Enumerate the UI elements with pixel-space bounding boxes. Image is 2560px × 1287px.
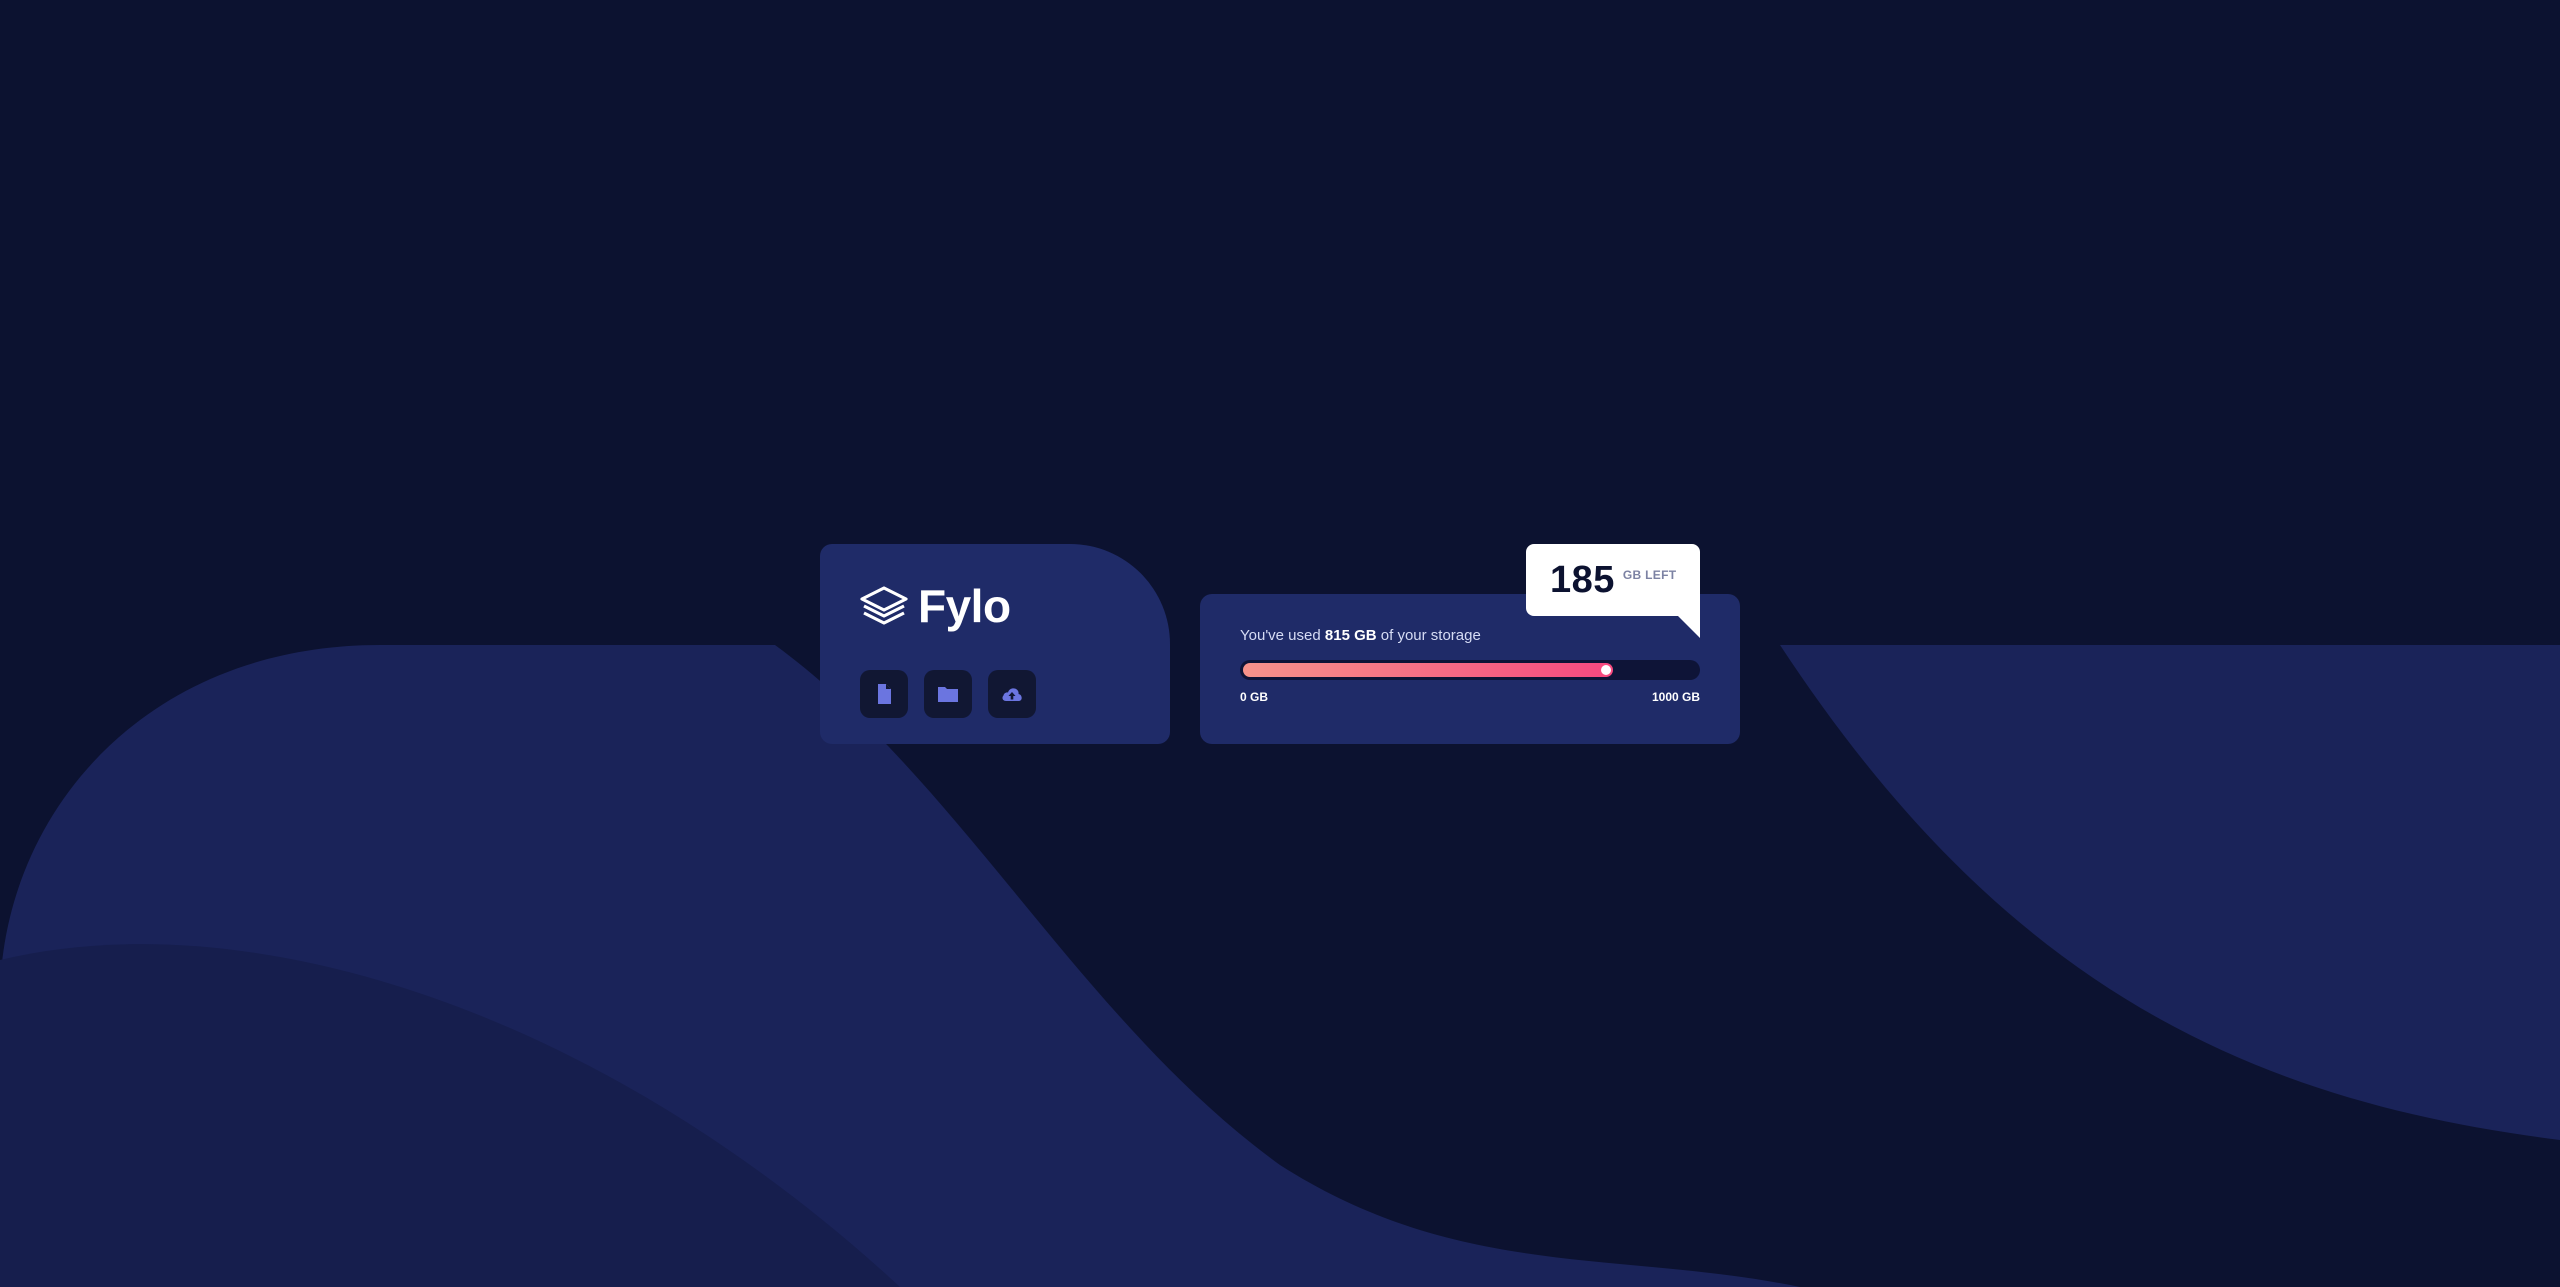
remaining-unit: GB LEFT bbox=[1622, 568, 1677, 582]
logo: Fylo bbox=[860, 582, 1130, 630]
remaining-value: 185 bbox=[1550, 559, 1615, 601]
document-button[interactable] bbox=[860, 670, 908, 718]
logo-text: Fylo bbox=[918, 580, 1011, 632]
progress-scale: 0 GB 1000 GB bbox=[1240, 690, 1700, 704]
usage-suffix: of your storage bbox=[1376, 627, 1481, 644]
usage-value: 815 GB bbox=[1324, 627, 1377, 644]
cloud-upload-icon bbox=[1002, 688, 1022, 701]
folder-icon bbox=[938, 687, 958, 702]
app-stage: Fylo You've used 815 GB of your storage … bbox=[0, 0, 2560, 1287]
usage-prefix: You've used bbox=[1240, 627, 1325, 644]
storage-progress-track bbox=[1240, 660, 1700, 680]
action-row bbox=[860, 670, 1130, 718]
folder-button[interactable] bbox=[924, 670, 972, 718]
remaining-callout: 185 GB LEFT bbox=[1526, 544, 1700, 616]
brand-card: Fylo bbox=[820, 544, 1170, 744]
scale-max-label: 1000 GB bbox=[1651, 690, 1700, 704]
callout-tail bbox=[1678, 616, 1700, 638]
progress-knob bbox=[1601, 665, 1611, 675]
layers-icon bbox=[860, 586, 908, 625]
upload-button[interactable] bbox=[988, 670, 1036, 718]
document-icon bbox=[878, 684, 891, 704]
storage-card: You've used 815 GB of your storage 0 GB … bbox=[1200, 594, 1740, 744]
storage-progress-fill bbox=[1243, 663, 1613, 677]
scale-min-label: 0 GB bbox=[1240, 690, 1269, 704]
usage-text: You've used 815 GB of your storage bbox=[1240, 628, 1700, 643]
